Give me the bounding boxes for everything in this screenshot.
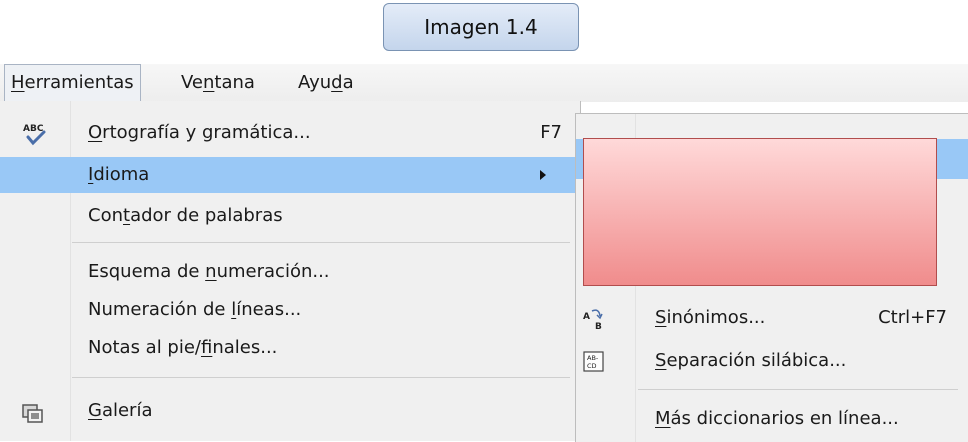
menu-ayuda[interactable]: Ayuda xyxy=(292,64,360,102)
svg-text:AB-: AB- xyxy=(587,354,599,362)
menu-item-galeria[interactable]: Galería xyxy=(0,393,580,429)
spellcheck-icon: ABC xyxy=(22,122,48,159)
submenu-item-sinonimos[interactable]: A B Sinónimos... Ctrl+F7 xyxy=(576,300,968,336)
menu-item-numeracion-lineas[interactable]: Numeración de líneas... xyxy=(0,292,580,328)
submenu-arrow-icon xyxy=(540,170,546,180)
svg-text:CD: CD xyxy=(587,362,597,370)
shortcut-f7: F7 xyxy=(540,122,562,143)
menu-item-esquema-numeracion[interactable]: Esquema de numeración... xyxy=(0,254,580,290)
menu-separator xyxy=(72,242,570,243)
menu-item-idioma[interactable]: Idioma xyxy=(0,157,580,193)
shortcut-ctrl-f7: Ctrl+F7 xyxy=(878,307,947,328)
svg-text:A: A xyxy=(583,312,590,322)
menu-item-ortografia[interactable]: ABC Ortografía y gramática... F7 xyxy=(0,115,580,151)
thesaurus-icon: A B xyxy=(582,307,606,344)
menu-bar: Herramientas Ventana Ayuda xyxy=(0,64,968,102)
caption-label: Imagen 1.4 xyxy=(383,3,579,51)
menu-separator xyxy=(72,377,570,378)
submenu-item-separacion[interactable]: AB- CD Separación silábica... xyxy=(576,343,968,379)
gallery-icon xyxy=(22,401,44,437)
menu-item-contador[interactable]: Contador de palabras xyxy=(0,198,580,234)
svg-text:ABC: ABC xyxy=(23,124,44,134)
hyphenation-icon: AB- CD xyxy=(582,350,606,387)
herramientas-dropdown: ABC Ortografía y gramática... F7 Idioma … xyxy=(0,101,581,441)
submenu-item-mas-diccionarios[interactable]: Más diccionarios en línea... xyxy=(576,401,968,437)
menu-item-notas[interactable]: Notas al pie/finales... xyxy=(0,330,580,366)
redaction-box xyxy=(583,138,937,286)
submenu-separator xyxy=(638,389,958,390)
svg-text:B: B xyxy=(595,322,602,331)
menu-ventana[interactable]: Ventana xyxy=(175,64,261,102)
menu-herramientas[interactable]: Herramientas xyxy=(4,64,141,102)
